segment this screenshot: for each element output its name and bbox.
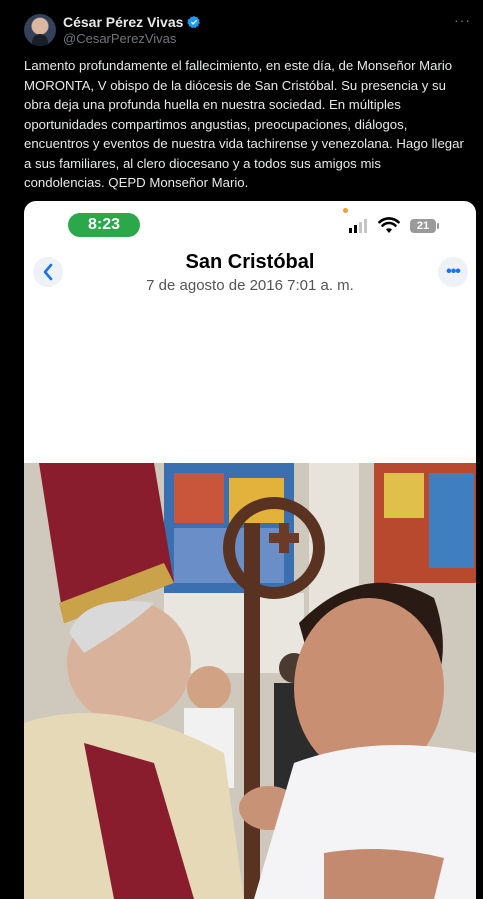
album-date: 7 de agosto de 2016 7:01 a. m. (146, 277, 354, 294)
tweet: César Pérez Vivas @CesarPerezVivas ··· L… (0, 0, 483, 899)
avatar[interactable] (24, 14, 56, 46)
cellular-signal-icon (349, 219, 367, 233)
battery-indicator: 21 (410, 219, 439, 233)
tweet-text: Lamento profundamente el fallecimiento, … (24, 58, 464, 190)
attached-image[interactable]: 8:23 21 San Cristóbal 7 de agosto de 201… (24, 201, 476, 899)
options-button[interactable]: ••• (438, 257, 468, 287)
verified-badge-icon (187, 15, 201, 29)
handle[interactable]: @CesarPerezVivas (63, 31, 176, 46)
album-title: San Cristóbal (185, 251, 315, 273)
more-options-icon[interactable]: ··· (454, 12, 471, 28)
photo (24, 463, 476, 899)
privacy-indicator-dot (343, 208, 348, 213)
author-row: César Pérez Vivas (63, 14, 201, 30)
status-time: 8:23 (68, 213, 140, 237)
display-name[interactable]: César Pérez Vivas (63, 14, 183, 30)
wifi-icon (378, 217, 400, 233)
